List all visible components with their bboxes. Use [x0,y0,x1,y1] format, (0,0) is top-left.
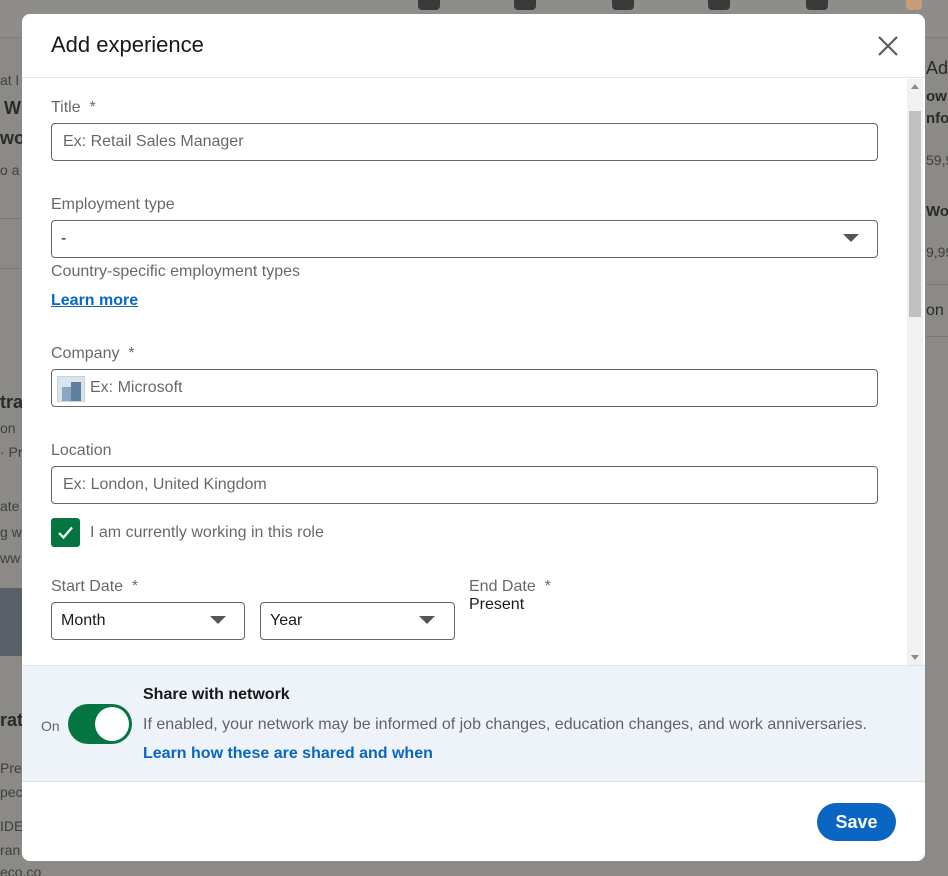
close-icon [878,36,898,56]
share-learn-how-link[interactable]: Learn how these are shared and when [143,745,433,763]
end-date-value: Present [469,596,525,613]
bg-text: g w [0,524,22,540]
caret-down-icon [210,616,226,624]
bg-text: Add [926,58,948,78]
bg-text: at l [0,72,19,88]
bg-text: pec [0,784,23,800]
bg-text: eco.co [0,864,42,876]
dialog-header: Add experience [22,14,925,78]
home-icon [418,0,440,10]
location-input[interactable]: Ex: London, United Kingdom [51,466,878,504]
title-input[interactable]: Ex: Retail Sales Manager [51,123,878,161]
caret-down-icon [843,234,859,242]
location-label: Location [51,442,112,459]
bg-text: ow [926,88,947,105]
toggle-knob [95,707,129,741]
dialog-form: Title * Ex: Retail Sales Manager Employm… [22,79,925,665]
network-icon [514,0,536,10]
bg-text: on [0,420,16,436]
bg-text: 59,9 [926,152,948,168]
bg-divider [0,268,22,269]
title-label: Title * [51,99,96,116]
employment-type-value: - [61,230,67,247]
bg-text: Wor [926,203,948,220]
save-button[interactable]: Save [817,803,896,841]
share-description: If enabled, your network may be informed… [143,716,867,733]
start-year-value: Year [270,612,303,629]
dialog-scrollbar[interactable] [907,79,923,665]
bg-divider [926,336,948,337]
toggle-state-label: On [41,718,60,734]
bg-text: on [926,302,944,319]
bg-text: ww [0,550,21,566]
bg-text: IDE [0,818,24,834]
bg-text: Pre [0,760,22,776]
company-label: Company * [51,345,135,362]
learn-more-link[interactable]: Learn more [51,292,138,310]
avatar [906,0,922,10]
bg-text: nfo [926,110,948,127]
notifications-icon [806,0,828,10]
check-icon [58,526,73,540]
share-title: Share with network [143,686,290,703]
start-date-label: Start Date * [51,578,139,595]
currently-working-label: I am currently working in this role [90,524,324,541]
start-month-select[interactable]: Month [51,602,245,640]
bg-text: tra [0,392,24,412]
dialog-footer: Save [22,782,925,861]
bg-thumbnail [0,588,22,656]
bg-text: ran [0,842,21,858]
bg-text: 9,99 [926,244,948,260]
share-with-network-panel: On Share with network If enabled, your n… [22,665,925,782]
scroll-down-icon[interactable] [911,655,919,660]
location-placeholder: Ex: London, United Kingdom [63,476,267,493]
employment-type-select[interactable]: - [51,220,878,258]
messaging-icon [708,0,730,10]
company-placeholder: Ex: Microsoft [90,379,183,396]
bg-text: ate [0,498,20,514]
share-toggle[interactable] [68,704,132,744]
end-date-label: End Date * [469,578,551,595]
start-month-value: Month [61,612,106,629]
currently-working-checkbox[interactable] [51,518,80,547]
company-input[interactable]: Ex: Microsoft [51,369,878,407]
title-placeholder: Ex: Retail Sales Manager [63,133,244,150]
jobs-icon [612,0,634,10]
bg-text: · Pr [0,444,23,460]
bg-divider [926,284,948,285]
employment-type-label: Employment type [51,196,175,213]
dialog-title: Add experience [51,32,204,57]
add-experience-dialog: Add experience Title * Ex: Retail Sales … [22,14,925,861]
close-button[interactable] [874,32,902,60]
employment-type-help: Country-specific employment types [51,263,300,280]
bg-divider [0,218,22,219]
scrollbar-thumb[interactable] [909,111,921,317]
bg-text: o a [0,162,20,178]
start-year-select[interactable]: Year [260,602,455,640]
scroll-up-icon[interactable] [911,84,919,89]
company-placeholder-logo-icon [57,376,85,402]
bg-text: W [4,98,21,118]
caret-down-icon [419,616,435,624]
